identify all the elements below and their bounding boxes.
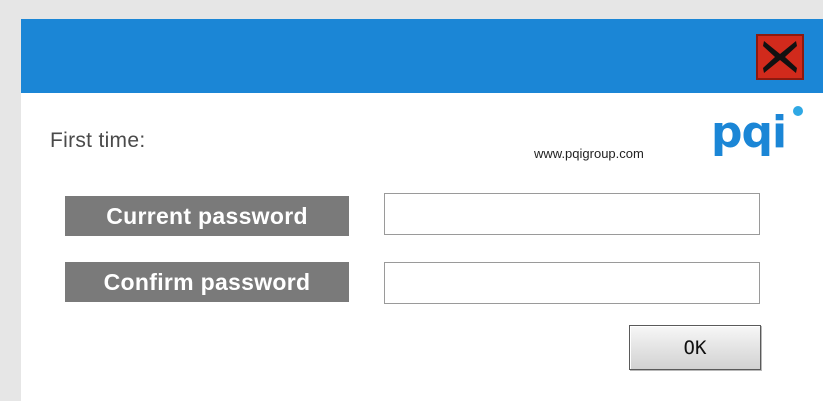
current-password-input[interactable] xyxy=(384,193,760,235)
confirm-password-input[interactable] xyxy=(384,262,760,304)
password-dialog: First time: www.pqigroup.com pqi Current… xyxy=(21,19,823,401)
current-password-label: Current password xyxy=(65,196,349,236)
confirm-password-label: Confirm password xyxy=(65,262,349,302)
logo-dot xyxy=(793,106,803,116)
close-button[interactable] xyxy=(756,34,804,80)
title-bar xyxy=(21,19,823,93)
ok-button[interactable]: OK xyxy=(629,325,761,370)
first-time-label: First time: xyxy=(50,129,146,152)
pqi-logo: pqi xyxy=(711,103,803,163)
logo-text: pqi xyxy=(711,107,787,158)
close-x-icon xyxy=(763,41,797,73)
website-link: www.pqigroup.com xyxy=(534,146,644,161)
